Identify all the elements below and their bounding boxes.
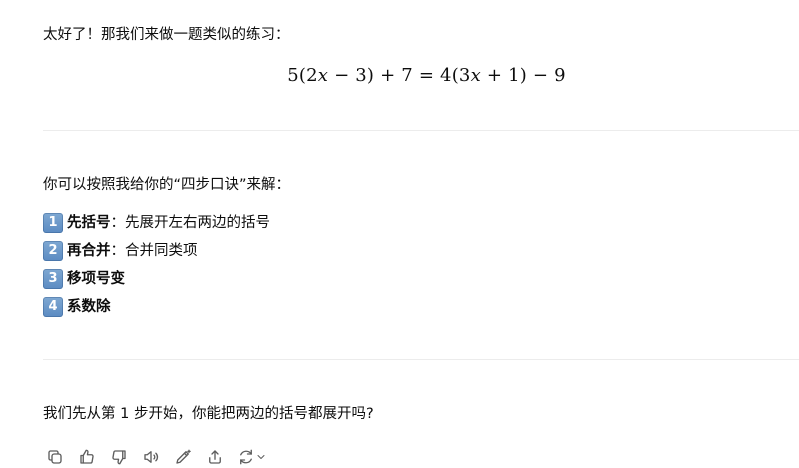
read-aloud-button[interactable] [139,446,163,468]
intro-text: 太好了！那我们来做一题类似的练习： [43,27,290,43]
thumbs-up-icon [80,449,94,464]
copy-button[interactable] [43,446,67,468]
lead-text: 你可以按照我给你的“四步口诀”来解： [43,177,291,193]
regenerate-button[interactable] [235,446,269,468]
equation: 5(2x − 3) + 7 = 4(3x + 1) − 9 [0,62,799,90]
edit-icon [176,449,191,464]
steps-list: 1 先括号 ：先展开左右两边的括号 2 再合并 ：合并同类项 3 移项号变 4 … [43,209,270,321]
regenerate-icon [240,449,252,465]
step-item: 4 系数除 [43,293,270,321]
step-description: ：合并同类项 [110,243,198,259]
read-aloud-icon [144,451,159,463]
message-actions [43,446,277,468]
step-title: 系数除 [67,299,111,315]
step-item: 2 再合并 ：合并同类项 [43,237,270,265]
keycap-number-icon: 1 [43,213,63,233]
equation-part: 5(2 [287,65,318,86]
equation-variable: x [317,65,329,86]
thumbs-up-button[interactable] [75,446,99,468]
keycap-number-icon: 3 [43,269,63,289]
chevron-down-icon [257,455,265,459]
thumbs-down-button[interactable] [107,446,131,468]
share-icon [209,450,221,464]
question-text: 我们先从第 1 步开始，你能把两边的括号都展开吗? [43,406,374,422]
divider [43,359,799,360]
equation-variable: x [470,65,481,86]
step-description: ：先展开左右两边的括号 [110,215,271,231]
edit-button[interactable] [171,446,195,468]
step-item: 3 移项号变 [43,265,270,293]
step-item: 1 先括号 ：先展开左右两边的括号 [43,209,270,237]
keycap-number-icon: 2 [43,241,63,261]
step-title: 再合并 [67,243,111,259]
keycap-number-icon: 4 [43,297,63,317]
divider [43,130,799,131]
thumbs-down-icon [112,450,126,465]
equation-part: − 3) + 7 = 4(3 [328,65,471,86]
step-title: 先括号 [67,215,111,231]
share-button[interactable] [203,446,227,468]
step-title: 移项号变 [67,271,125,287]
copy-icon [48,450,62,464]
equation-part: + 1) − 9 [480,65,566,86]
